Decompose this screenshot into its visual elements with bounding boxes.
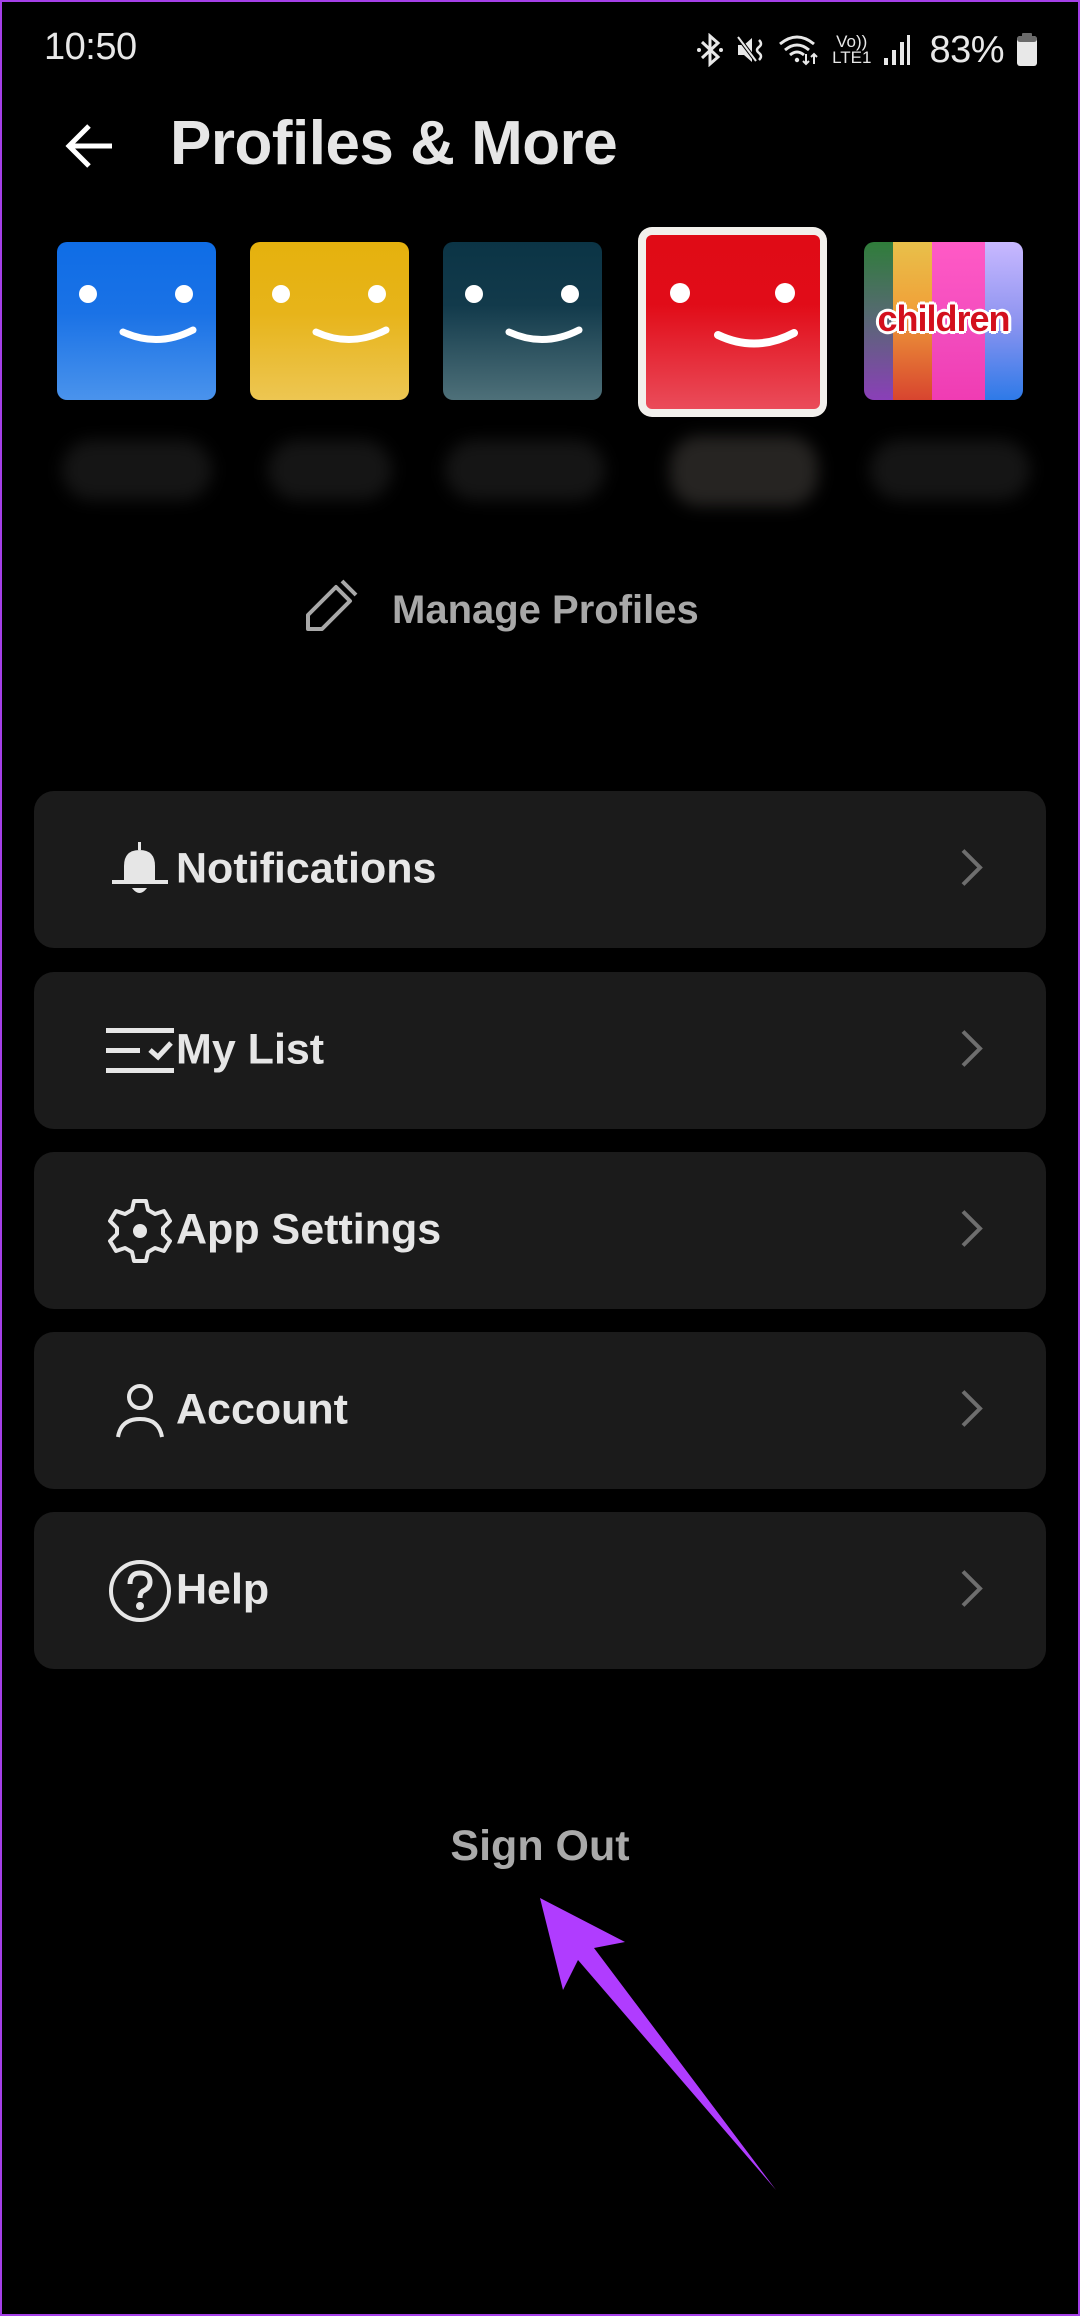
arrow-shape xyxy=(540,1898,776,2190)
annotation-arrow xyxy=(540,1898,776,2190)
